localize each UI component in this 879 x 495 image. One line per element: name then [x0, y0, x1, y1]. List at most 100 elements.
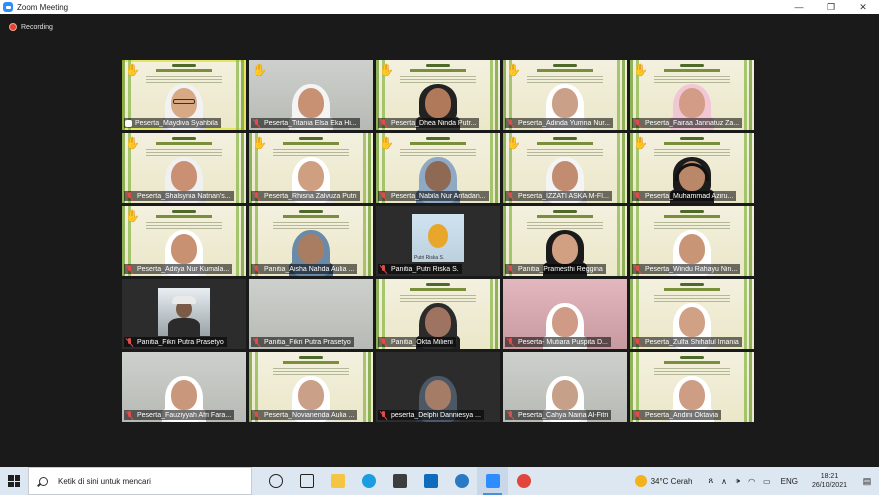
banner-title-graphic — [150, 64, 218, 74]
bamboo-decoration — [230, 60, 246, 130]
participant-name-label: Panitia_Aisha Nahda Aulia ... — [251, 264, 358, 274]
participant-tile[interactable]: ✋ Peserta_Shalsynia Natnan's... — [122, 133, 246, 203]
close-button[interactable]: ✕ — [847, 0, 879, 14]
chevron-up-icon[interactable]: ∧ — [721, 477, 727, 486]
participant-tile[interactable]: Peserta_Cahya Naina Al-Fitri — [503, 352, 627, 422]
participant-tile[interactable]: ✋ Peserta_Fairaa Jannatuz Za... — [630, 60, 754, 130]
participant-name: Panitia_Aisha Nahda Aulia ... — [264, 265, 355, 273]
mic-muted-icon — [379, 191, 388, 201]
taskbar-app-button[interactable] — [260, 467, 291, 495]
participant-name: Peserta_Shalsynia Natnan's... — [137, 192, 231, 200]
participant-tile[interactable]: Peserta- Mutiara Puspita D... — [503, 279, 627, 349]
participant-name-label: Peserta_Windu Rahayu Nin... — [632, 264, 741, 274]
banner-text-graphic — [146, 222, 222, 230]
mic-muted-icon — [252, 337, 261, 347]
participant-video — [158, 288, 210, 336]
banner-title-graphic — [150, 210, 218, 220]
maximize-button[interactable]: ❐ — [815, 0, 847, 14]
notification-icon[interactable]: ▤ — [855, 467, 879, 495]
store-icon — [392, 474, 407, 488]
participant-name: Peserta_Muhammad Aziru... — [645, 192, 734, 200]
banner-text-graphic — [527, 149, 603, 157]
taskbar-search-box[interactable]: Ketik di sini untuk mencari — [28, 467, 252, 495]
banner-title-graphic — [658, 64, 726, 74]
participant-tile[interactable]: Panitia_Okta Milieni — [376, 279, 500, 349]
participant-gallery: ✋ Peserta_Maydiva Syahbila ✋ Peserta_Titani… — [122, 60, 754, 422]
mic-muted-icon — [506, 337, 515, 347]
participant-tile[interactable]: Panitia_Aisha Nahda Aulia ... — [249, 206, 373, 276]
taskbar-app-button[interactable] — [446, 467, 477, 495]
recording-indicator[interactable]: Recording — [9, 23, 53, 31]
participant-tile[interactable]: Putri Riska S. Panitia_Putri Riska S. — [376, 206, 500, 276]
participant-tile[interactable]: Peserta_Andini Oktavia — [630, 352, 754, 422]
participant-tile[interactable]: Peserta_Fauziyyah Afri Fara... — [122, 352, 246, 422]
weather-sun-icon[interactable] — [634, 475, 647, 487]
language-indicator[interactable]: ENG — [781, 477, 798, 486]
raise-hand-icon: ✋ — [633, 63, 648, 77]
network-icon[interactable]: ◠ — [748, 477, 755, 486]
mic-muted-icon — [379, 264, 388, 274]
participant-tile[interactable]: ✋ Peserta_Muhammad Aziru... — [630, 133, 754, 203]
participant-name: Panitia_Okta Milieni — [391, 338, 453, 346]
taskbar-app-button[interactable] — [415, 467, 446, 495]
participant-name-label: Peserta_Cahya Naina Al-Fitri — [505, 410, 612, 420]
bamboo-decoration — [357, 206, 373, 276]
raise-hand-icon: ✋ — [125, 63, 140, 77]
banner-title-graphic — [531, 137, 599, 147]
participant-name-label: Peserta_Muhammad Aziru... — [632, 191, 737, 201]
widgets-icon — [299, 474, 314, 488]
participant-name-label: Peserta_Fairaa Jannatuz Za... — [632, 118, 743, 128]
mic-muted-icon — [506, 118, 515, 128]
mic-muted-icon — [633, 337, 642, 347]
participant-name-label: Peserta_Fauziyyah Afri Fara... — [124, 410, 235, 420]
mic-muted-icon — [506, 410, 515, 420]
participant-tile[interactable]: Panitia_Pramesthi Reggina — [503, 206, 627, 276]
taskbar-app-button[interactable] — [322, 467, 353, 495]
taskbar-app-button[interactable] — [384, 467, 415, 495]
participant-tile[interactable]: ✋ Peserta_IZZATI ASKA M-FI... — [503, 133, 627, 203]
banner-text-graphic — [654, 76, 730, 84]
clock[interactable]: 18:21 26/10/2021 — [812, 472, 847, 490]
participant-name: Panitia_Putri Riska S. — [391, 265, 459, 273]
banner-title-graphic — [658, 137, 726, 147]
task-view-icon — [268, 474, 283, 488]
banner-text-graphic — [273, 368, 349, 376]
participant-name-label: Peserta_Shalsynia Natnan's... — [124, 191, 234, 201]
banner-title-graphic — [404, 283, 472, 293]
participant-tile[interactable]: ✋ Peserta_Titania Elsa Eka Hi... — [249, 60, 373, 130]
start-button[interactable] — [0, 467, 28, 495]
clock-time: 18:21 — [820, 473, 839, 480]
participant-tile[interactable]: ✋ Peserta_Maydiva Syahbila — [122, 60, 246, 130]
taskbar-app-button[interactable] — [508, 467, 539, 495]
participant-tile[interactable]: ✋ Peserta_Adinda Yumna Nur... — [503, 60, 627, 130]
participant-tile[interactable]: Peserta_Windu Rahayu Nin... — [630, 206, 754, 276]
participant-tile[interactable]: Panitia_Fikri Putra Prasetyo — [249, 279, 373, 349]
participant-tile[interactable]: Peserta_Zulfa Shihatul Imania — [630, 279, 754, 349]
participant-name: Peserta_Andini Oktavia — [645, 411, 719, 419]
mic-muted-icon — [633, 191, 642, 201]
raise-hand-icon: ✋ — [506, 136, 521, 150]
people-icon[interactable]: ጸ — [708, 476, 713, 486]
participant-name: Peserta- Mutiara Puspita D... — [518, 338, 608, 346]
participant-tile[interactable]: Peserta_Novianenda Aulia ... — [249, 352, 373, 422]
mic-muted-icon — [125, 264, 134, 274]
battery-icon[interactable]: ▭ — [763, 477, 771, 486]
participant-name-label: Panitia_Putri Riska S. — [378, 264, 462, 274]
taskbar-app-button[interactable] — [477, 467, 508, 495]
participant-name-label: Peserta_Dhea Ninda Putr... — [378, 118, 480, 128]
participant-tile[interactable]: peserta_Delphi Danniesya ... — [376, 352, 500, 422]
minimize-button[interactable]: — — [783, 0, 815, 14]
participant-name: Peserta_Maydiva Syahbila — [135, 119, 218, 127]
participant-tile[interactable]: ✋ Peserta_Rhisna Zalvuza Putri — [249, 133, 373, 203]
taskbar-app-button[interactable] — [291, 467, 322, 495]
participant-tile[interactable]: Panitia_Fikri Putra Prasetyo — [122, 279, 246, 349]
banner-text-graphic — [400, 295, 476, 303]
volume-icon[interactable]: 🕩 — [735, 476, 740, 486]
participant-name: Peserta_Aditya Nur Kumala... — [137, 265, 230, 273]
taskbar-app-button[interactable] — [353, 467, 384, 495]
participant-tile[interactable]: ✋ Peserta_Nabila Nur Arifadan... — [376, 133, 500, 203]
weather-text[interactable]: 34°C Cerah — [651, 477, 693, 486]
participant-tile[interactable]: ✋ Peserta_Dhea Ninda Putr... — [376, 60, 500, 130]
participant-name: Peserta_Dhea Ninda Putr... — [391, 119, 477, 127]
participant-tile[interactable]: ✋ Peserta_Aditya Nur Kumala... — [122, 206, 246, 276]
